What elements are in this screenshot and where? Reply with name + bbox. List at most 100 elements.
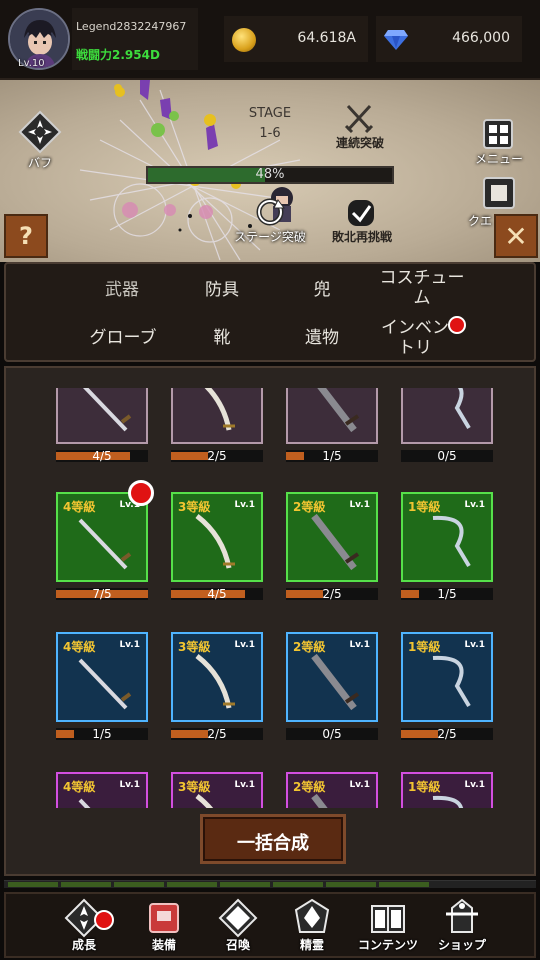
experience-segment xyxy=(273,882,323,887)
nav-item-content[interactable]: コンテンツ xyxy=(352,896,424,958)
menu-label: メニュー xyxy=(474,152,523,166)
merge-progress-text: 1/5 xyxy=(437,587,457,601)
retry-on-defeat-button[interactable]: 敗北再挑戦 xyxy=(322,198,402,248)
checkbox-icon xyxy=(348,200,374,226)
nav-item-equipment[interactable]: 装備 xyxy=(128,896,200,958)
tab-weapon[interactable]: 武器 xyxy=(80,280,164,300)
merge-progress-text: 0/5 xyxy=(437,449,457,463)
merge-progress-bar: 4/5 xyxy=(56,449,148,463)
auto-advance-label: 連続突破 xyxy=(335,136,384,150)
weapon-card[interactable]: 3等級 Lv.1 xyxy=(171,492,263,582)
gem-currency: 466,000 xyxy=(376,16,522,62)
equipment-category-tabs: 武器 防具 兜 コスチューム グローブ 靴 遺物 インベントリ xyxy=(4,262,536,362)
experience-segment xyxy=(61,882,111,887)
spirit-icon xyxy=(294,898,330,933)
weapon-level: Lv.1 xyxy=(464,500,485,510)
weapon-card[interactable]: 2等級 Lv.1 xyxy=(286,772,378,808)
weapon-level: Lv.1 xyxy=(119,640,140,650)
merge-progress-text: 2/5 xyxy=(207,449,227,463)
diamond-icon xyxy=(384,30,408,50)
merge-progress-bar: 7/5 xyxy=(56,587,148,601)
gold-coin-icon xyxy=(232,28,256,52)
weapon-card[interactable]: 1等級 Lv.1 xyxy=(401,632,493,722)
stage-break-label: ステージ突破 xyxy=(234,230,306,244)
nav-label: コンテンツ xyxy=(357,938,418,952)
weapon-icon xyxy=(311,653,360,711)
experience-segment xyxy=(220,882,270,887)
help-button[interactable]: ? xyxy=(4,214,48,258)
weapon-icon xyxy=(195,654,235,709)
nav-item-summon[interactable]: 召喚 xyxy=(202,896,274,958)
weapon-icon xyxy=(78,658,132,710)
nav-item-spirit[interactable]: 精霊 xyxy=(276,896,348,958)
nav-label: 成長 xyxy=(71,938,96,952)
merge-progress-text: 7/5 xyxy=(92,587,112,601)
merge-progress-text: 2/5 xyxy=(207,727,227,741)
merge-progress-text: 1/5 xyxy=(92,727,112,741)
merge-progress-bar: 2/5 xyxy=(171,727,263,741)
merge-progress-text: 2/5 xyxy=(322,587,342,601)
merge-progress-bar: 1/5 xyxy=(286,449,378,463)
menu-button[interactable]: メニュー xyxy=(466,118,532,172)
weapon-grade: 3等級 xyxy=(178,500,211,514)
weapon-notification-dot xyxy=(128,480,154,506)
content-icon xyxy=(371,905,405,933)
close-button[interactable]: ✕ xyxy=(494,214,538,258)
weapon-card[interactable]: 2等級 Lv.1 xyxy=(286,632,378,722)
weapon-level: Lv.1 xyxy=(464,640,485,650)
weapon-grade: 1等級 xyxy=(408,640,441,654)
weapon-icon xyxy=(317,388,360,433)
weapon-card[interactable]: 2等級 Lv.1 xyxy=(286,492,378,582)
weapon-card[interactable] xyxy=(56,388,148,444)
weapon-card[interactable]: 3等級 Lv.1 xyxy=(171,632,263,722)
weapon-icon xyxy=(195,514,235,569)
shop-icon xyxy=(446,898,478,933)
stage-progress-text: 48% xyxy=(255,167,285,182)
weapon-card[interactable]: 4等級 Lv.1 xyxy=(56,772,148,808)
weapon-card[interactable] xyxy=(171,388,263,444)
close-icon: ✕ xyxy=(504,220,528,253)
nav-label: ショップ xyxy=(437,938,486,952)
weapon-card[interactable] xyxy=(286,388,378,444)
battle-scene: バフ STAGE 1-6 連続突破 メニュー クエ 48% ステージ突破 敗北再… xyxy=(0,80,540,262)
weapon-card[interactable]: 3等級 Lv.1 xyxy=(171,772,263,808)
weapon-card[interactable]: 4等級 Lv.1 xyxy=(56,632,148,722)
tab-relic[interactable]: 遺物 xyxy=(280,328,364,348)
nav-item-growth[interactable]: 成長 xyxy=(48,896,120,958)
player-name: Legend2832247967 xyxy=(76,20,187,33)
retry-on-defeat-label: 敗北再挑戦 xyxy=(331,230,392,244)
bulk-merge-label: 一括合成 xyxy=(237,833,309,854)
quest-icon xyxy=(483,177,515,209)
growth-notification-dot xyxy=(94,910,114,930)
summon-icon xyxy=(218,898,258,938)
weapon-icon xyxy=(432,655,471,708)
stage-break-button[interactable]: ステージ突破 xyxy=(222,198,318,248)
tab-armor[interactable]: 防具 xyxy=(180,280,264,300)
tab-shoes[interactable]: 靴 xyxy=(180,328,264,348)
merge-progress-bar: 0/5 xyxy=(286,727,378,741)
gold-amount: 64.618A xyxy=(297,30,356,46)
combat-power: 戦闘力2.954D xyxy=(76,48,160,62)
tab-gloves[interactable]: グローブ xyxy=(76,328,170,348)
bulk-merge-button[interactable]: 一括合成 xyxy=(200,814,346,864)
tab-inventory[interactable]: インベントリ xyxy=(376,318,454,358)
weapon-level: Lv.1 xyxy=(234,640,255,650)
auto-advance-button[interactable]: 連続突破 xyxy=(326,102,392,156)
inventory-notification-dot xyxy=(448,316,466,334)
merge-progress-bar: 1/5 xyxy=(401,587,493,601)
tab-helmet[interactable]: 兜 xyxy=(280,280,364,300)
tab-costume[interactable]: コスチューム xyxy=(372,268,472,308)
weapon-grade: 1等級 xyxy=(408,500,441,514)
nav-item-shop[interactable]: ショップ xyxy=(426,896,498,958)
weapon-card[interactable]: 1等級 Lv.1 xyxy=(401,772,493,808)
merge-progress-bar: 2/5 xyxy=(401,727,493,741)
weapon-list-panel: 4/5 2/5 1/5 0/5 4等級 Lv.1 7/5 3等級 Lv.1 4/5 2等級 Lv.1 2… xyxy=(4,366,536,876)
merge-progress-bar: 2/5 xyxy=(286,587,378,601)
weapon-card[interactable]: 4等級 Lv.1 xyxy=(56,492,148,582)
buff-button[interactable]: バフ xyxy=(16,110,64,174)
weapon-card[interactable]: 1等級 Lv.1 xyxy=(401,492,493,582)
quest-label: クエ xyxy=(468,214,493,228)
weapon-card[interactable] xyxy=(401,388,493,444)
player-info: Legend2832247967 戦闘力2.954D xyxy=(72,8,198,70)
weapon-level: Lv.1 xyxy=(234,780,255,790)
